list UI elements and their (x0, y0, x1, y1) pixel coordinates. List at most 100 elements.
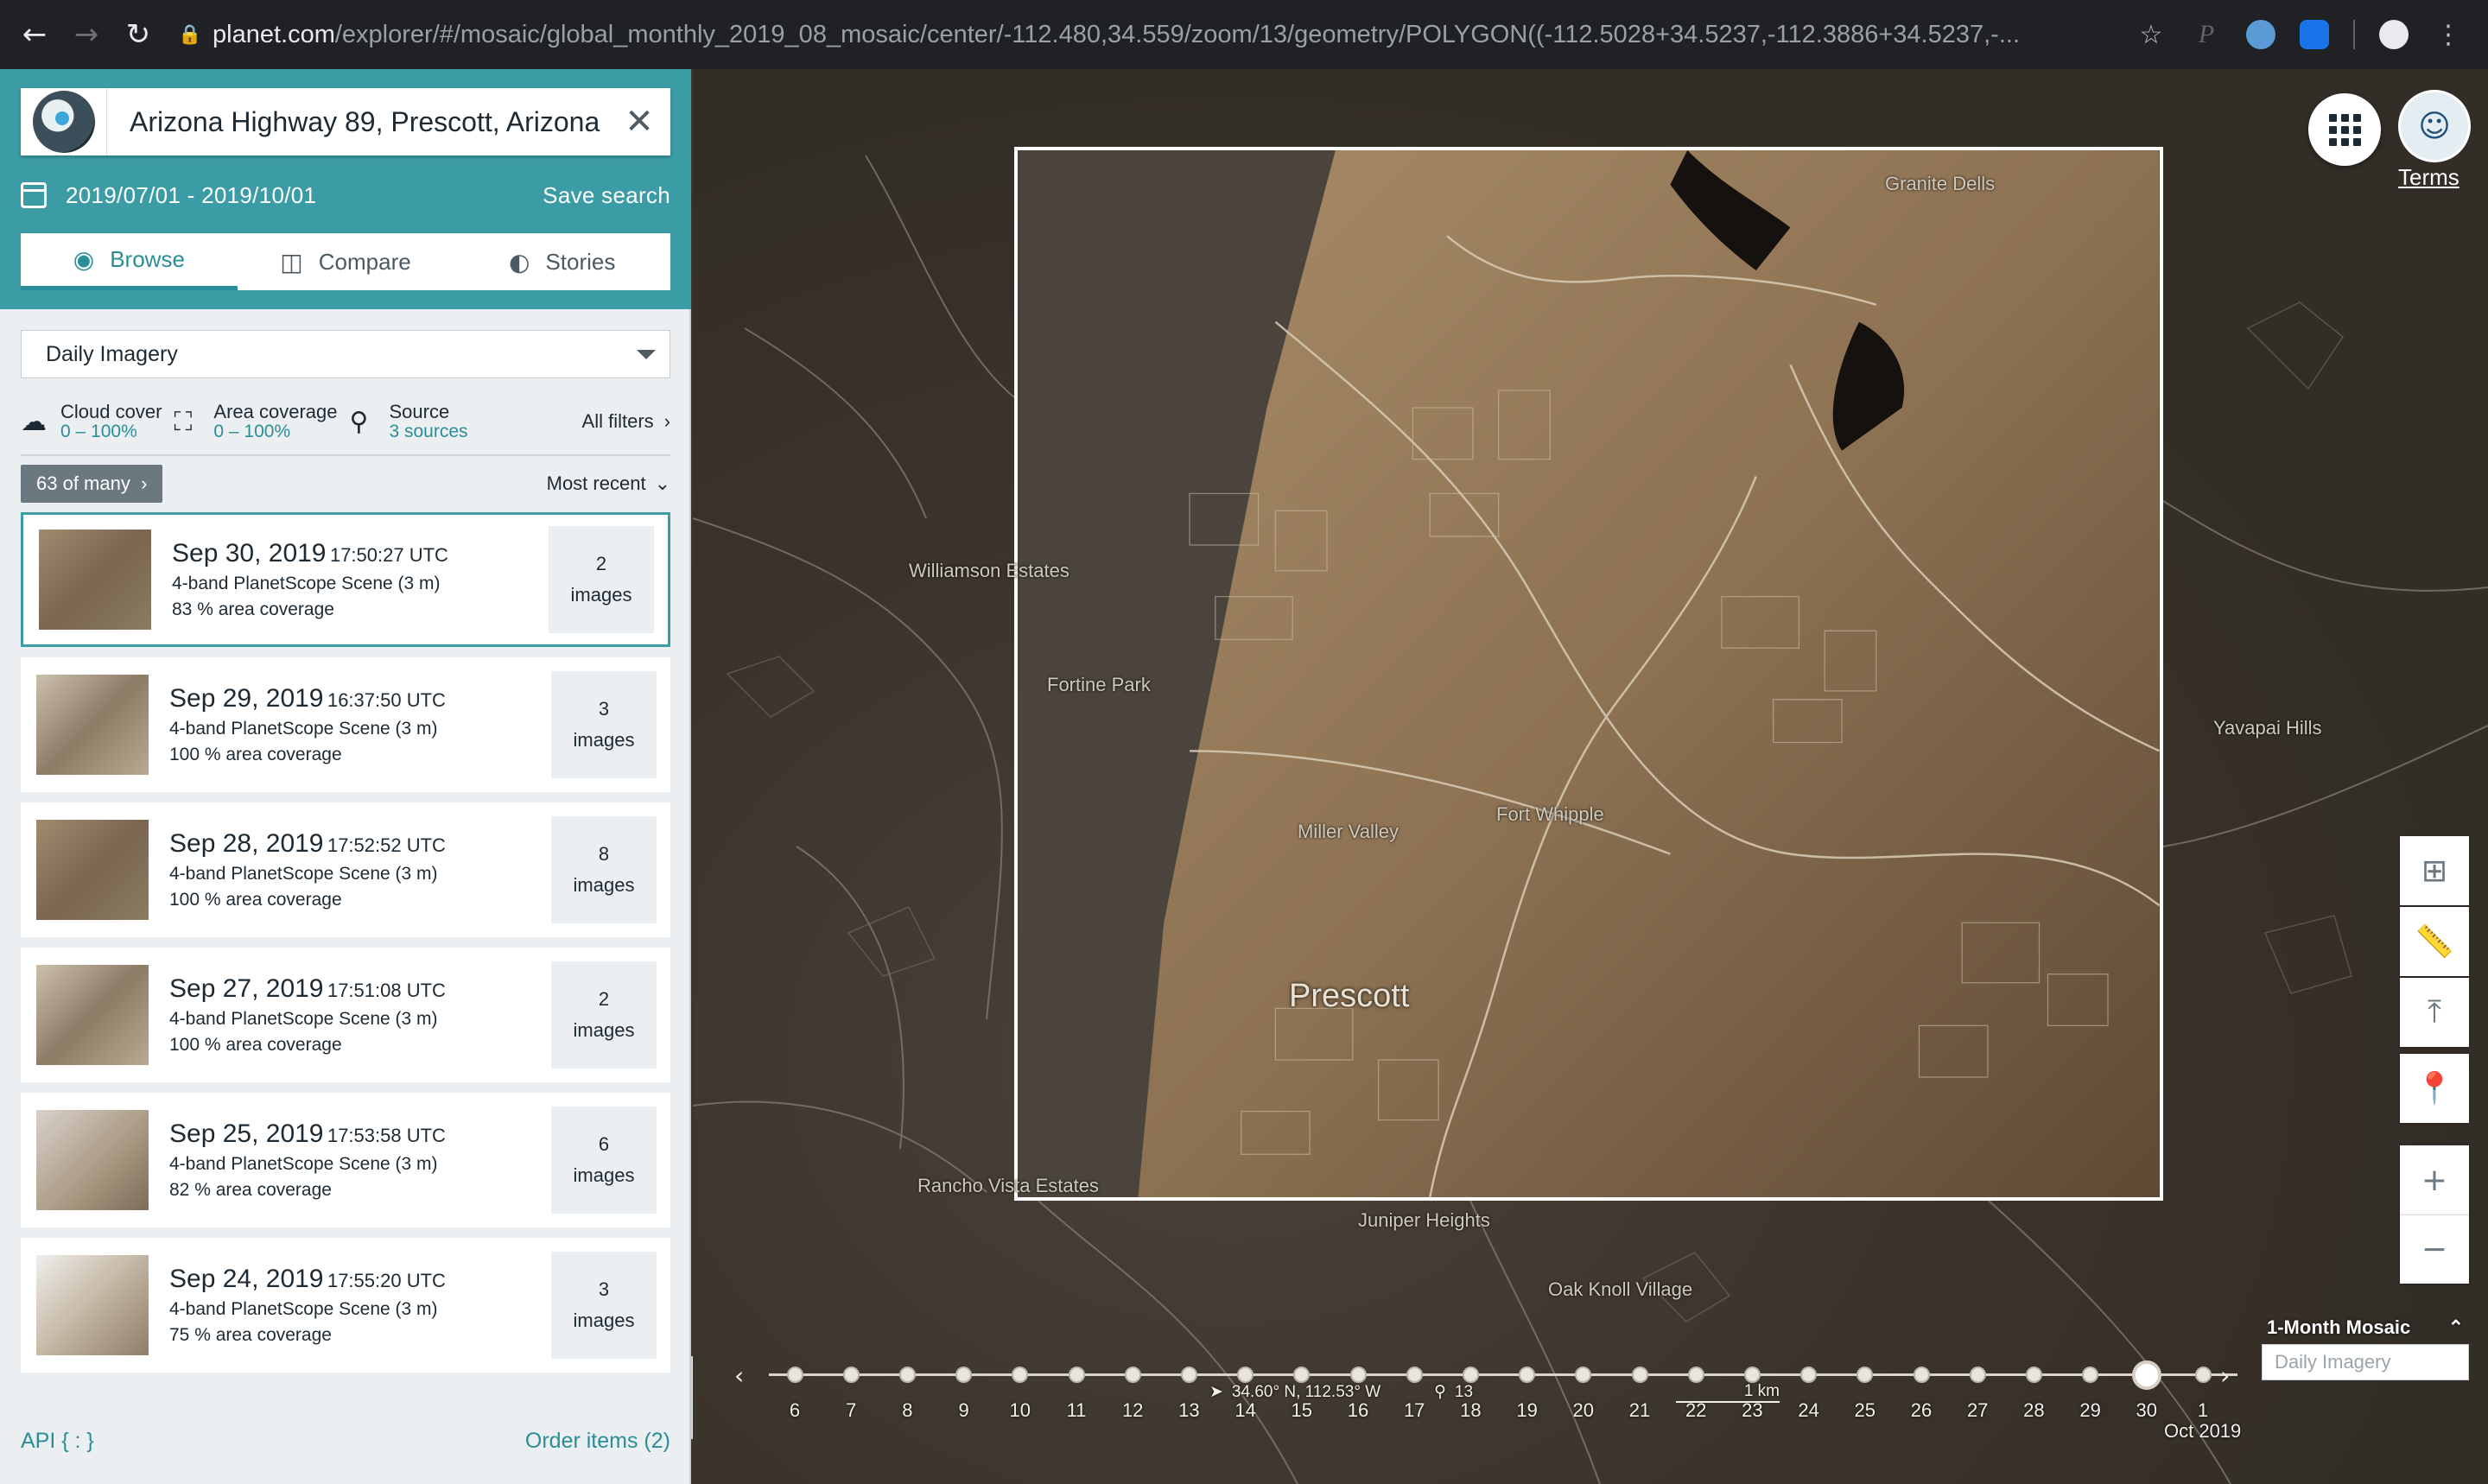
result-item[interactable]: Sep 29, 2019 16:37:50 UTC 4-band PlanetS… (21, 657, 670, 792)
draw-area-icon[interactable]: ⊞ (2400, 836, 2469, 905)
timeline-day-marker[interactable] (1800, 1367, 1818, 1383)
results-count-button[interactable]: 63 of many › (21, 465, 163, 503)
apps-grid-icon[interactable] (2308, 93, 2381, 166)
timeline-day-marker[interactable] (2131, 1360, 2161, 1390)
result-time: 17:53:58 UTC (327, 1125, 446, 1146)
timeline-prev-icon[interactable]: ‹ (734, 1361, 744, 1390)
timeline-day-marker[interactable] (955, 1367, 973, 1383)
timeline-day-marker[interactable] (898, 1367, 916, 1383)
tab-compare[interactable]: ◫ Compare (238, 233, 454, 290)
tab-stories[interactable]: ◐ Stories (454, 233, 670, 290)
image-count-label: images (573, 729, 635, 751)
tab-browse[interactable]: ◉ Browse (21, 233, 238, 290)
timeline-day-marker[interactable] (1237, 1367, 1254, 1383)
zoom-out-button[interactable]: − (2400, 1214, 2469, 1284)
timeline-day-marker[interactable] (2082, 1367, 2099, 1383)
timeline-day-marker[interactable] (2194, 1367, 2212, 1383)
source-filter[interactable]: ⚲ Source 3 sources (349, 402, 467, 441)
timeline-day-marker[interactable] (1406, 1367, 1423, 1383)
terms-link[interactable]: Terms (2398, 164, 2459, 191)
search-input[interactable]: Arizona Highway 89, Prescott, Arizona (107, 106, 608, 138)
upload-icon[interactable]: ⤒ (2400, 978, 2469, 1047)
timeline-day-marker[interactable] (1519, 1367, 1536, 1383)
mosaic-panel: 1-Month Mosaic ⌃ Daily Imagery (2262, 1316, 2469, 1380)
menu-kebab-icon[interactable]: ⋮ (2433, 19, 2464, 50)
image-count[interactable]: 8 images (551, 816, 657, 923)
result-coverage: 100 % area coverage (169, 1035, 342, 1055)
mosaic-title[interactable]: 1-Month Mosaic ⌃ (2262, 1316, 2469, 1339)
area-coverage-filter[interactable]: ⛶ Area coverage 0 – 100% (174, 402, 337, 441)
back-icon[interactable]: ← (17, 17, 52, 52)
timeline-day-marker[interactable] (1293, 1367, 1311, 1383)
image-count[interactable]: 3 images (551, 671, 657, 778)
image-count[interactable]: 6 images (551, 1107, 657, 1214)
ruler-icon[interactable]: 📏 (2400, 907, 2469, 976)
timeline-day-marker[interactable] (1124, 1367, 1141, 1383)
timeline-day-label: 28 (2023, 1399, 2045, 1421)
image-count[interactable]: 3 images (551, 1252, 657, 1359)
result-item[interactable]: Sep 24, 2019 17:55:20 UTC 4-band PlanetS… (21, 1238, 670, 1373)
timeline-day-marker[interactable] (1012, 1367, 1029, 1383)
image-count[interactable]: 2 images (549, 526, 654, 633)
sort-dropdown[interactable]: Most recent ⌄ (547, 472, 670, 495)
profile-avatar[interactable] (2379, 20, 2409, 49)
timeline-day-marker[interactable] (1462, 1367, 1479, 1383)
stories-icon: ◐ (509, 247, 530, 276)
zoom-in-button[interactable]: + (2400, 1145, 2469, 1214)
image-count[interactable]: 2 images (551, 961, 657, 1069)
timeline-day-marker[interactable] (2025, 1367, 2042, 1383)
mosaic-imagery-select[interactable]: Daily Imagery (2262, 1344, 2469, 1380)
globe-icon[interactable] (21, 88, 107, 155)
extension-video-icon[interactable] (2300, 20, 2329, 49)
order-items-button[interactable]: Order items (2) (525, 1429, 670, 1454)
all-filters-button[interactable]: All filters › (582, 410, 670, 433)
scene-thumbnail (36, 1110, 149, 1210)
timeline-day-marker[interactable] (842, 1367, 860, 1383)
timeline-day-marker[interactable] (1743, 1367, 1761, 1383)
extension-p-icon[interactable]: P (2191, 19, 2222, 50)
timeline-day-marker[interactable] (786, 1367, 803, 1383)
map-pin-icon[interactable]: 📍 (2400, 1054, 2469, 1123)
api-link[interactable]: API { : } (21, 1429, 94, 1454)
forward-icon[interactable]: → (69, 17, 104, 52)
result-item[interactable]: Sep 30, 2019 17:50:27 UTC 4-band PlanetS… (21, 512, 670, 647)
date-timeline[interactable]: ‹ › 6 7 8 9 10 11 12 13 14 15 16 17 18 19 20 21 22 23 24 25… (734, 1330, 2272, 1442)
area-icon: ⛶ (174, 406, 193, 437)
timeline-day-marker[interactable] (1575, 1367, 1592, 1383)
timeline-day-marker[interactable] (1180, 1367, 1197, 1383)
result-item[interactable]: Sep 28, 2019 17:52:52 UTC 4-band PlanetS… (21, 802, 670, 937)
extension-globe-icon[interactable] (2246, 20, 2275, 49)
calendar-icon[interactable] (21, 182, 47, 208)
image-count-number: 2 (595, 553, 607, 574)
timeline-day-marker[interactable] (1349, 1367, 1367, 1383)
timeline-day-marker[interactable] (1969, 1367, 1986, 1383)
timeline-day-label: 12 (1121, 1399, 1144, 1421)
timeline-day-marker[interactable] (1687, 1367, 1704, 1383)
chevron-down-icon (637, 350, 656, 359)
cloud-cover-filter[interactable]: ☁ Cloud cover 0 – 100% (21, 402, 162, 441)
timeline-day-marker[interactable] (1913, 1367, 1930, 1383)
address-bar[interactable]: 🔒 planet.com/explorer/#/mosaic/global_mo… (178, 12, 2130, 57)
timeline-next-icon[interactable]: › (2220, 1361, 2230, 1390)
place-label: Williamson Estates (909, 560, 1069, 581)
date-range[interactable]: 2019/07/01 - 2019/10/01 (66, 182, 543, 209)
divider (21, 454, 670, 456)
reload-icon[interactable]: ↻ (121, 17, 156, 52)
imagery-type-select[interactable]: Daily Imagery (21, 330, 670, 378)
timeline-day-marker[interactable] (1631, 1367, 1648, 1383)
timeline-day-label: 16 (1347, 1399, 1369, 1421)
save-search-button[interactable]: Save search (543, 182, 670, 209)
timeline-day-marker[interactable] (1856, 1367, 1874, 1383)
close-icon[interactable]: ✕ (608, 102, 670, 142)
result-date: Sep 24, 2019 (169, 1265, 324, 1293)
date-row: 2019/07/01 - 2019/10/01 Save search (21, 178, 670, 212)
result-item[interactable]: Sep 27, 2019 17:51:08 UTC 4-band PlanetS… (21, 948, 670, 1082)
timeline-day-marker[interactable] (1068, 1367, 1085, 1383)
map-view[interactable]: Granite Dells Williamson Estates Fortine… (693, 69, 2488, 1484)
bookmark-star-icon[interactable]: ☆ (2136, 19, 2167, 50)
area-of-interest-box[interactable] (1014, 147, 2163, 1201)
results-list: Sep 30, 2019 17:50:27 UTC 4-band PlanetS… (21, 512, 670, 1395)
location-search[interactable]: Arizona Highway 89, Prescott, Arizona ✕ (21, 88, 670, 155)
result-item[interactable]: Sep 25, 2019 17:53:58 UTC 4-band PlanetS… (21, 1093, 670, 1227)
user-avatar[interactable]: ☺ (2398, 90, 2471, 162)
